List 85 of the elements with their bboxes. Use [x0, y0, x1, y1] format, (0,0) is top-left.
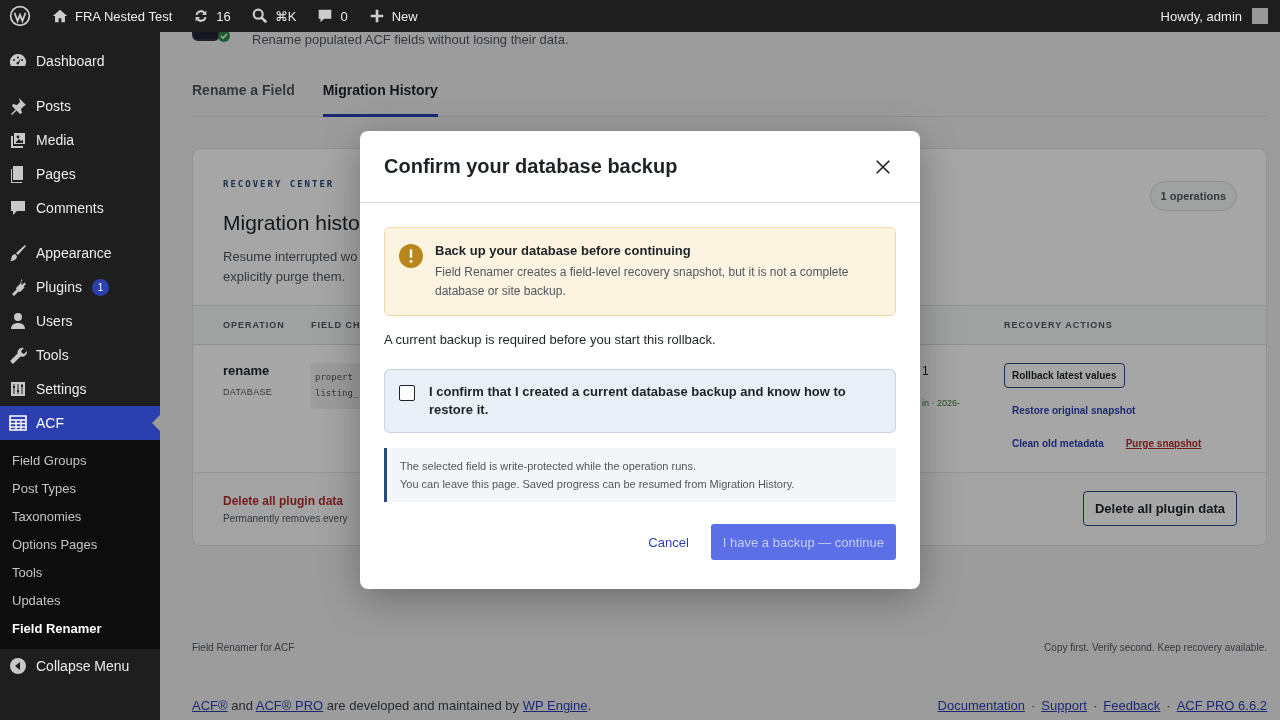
field-name: propert [315, 371, 354, 384]
purge-link[interactable]: Purge snapshot [1117, 434, 1210, 454]
menu-item[interactable]: Tools [0, 338, 160, 372]
new-content-link[interactable]: New [367, 0, 418, 32]
comments-link[interactable]: 0 [316, 0, 348, 32]
submenu-item[interactable]: Updates [0, 586, 160, 614]
card-title: Migration histo [223, 211, 360, 235]
avatar-icon [1252, 8, 1268, 24]
wordpress-logo-icon [9, 5, 31, 27]
site-name-link[interactable]: FRA Nested Test [51, 0, 173, 32]
action-link[interactable]: Clean old metadata [1004, 434, 1112, 454]
menu-item[interactable]: Users [0, 304, 160, 338]
settings-icon [8, 379, 28, 399]
dialog-title: Confirm your database backup [384, 155, 678, 178]
requirement-text: A current backup is required before you start this rollback. [384, 332, 717, 347]
account-menu[interactable]: Howdy, admin [1160, 0, 1268, 32]
paintbrush-icon [8, 243, 28, 263]
plugin-logo-icon [192, 32, 230, 44]
user-icon [8, 311, 28, 331]
menu-item[interactable]: Posts [0, 89, 160, 123]
notice-title: Back up your database before continuing [435, 243, 692, 258]
column-header: RECOVERY ACTIONS [1004, 320, 1114, 330]
tab[interactable]: Rename a Field [192, 80, 295, 117]
submenu-item[interactable]: Options Pages [0, 530, 160, 558]
column-header: OPERATION [223, 320, 286, 330]
section-eyebrow: RECOVERY CENTER [223, 179, 336, 189]
submenu-item[interactable]: Field Groups [0, 446, 160, 474]
page-subtitle: Rename populated ACF fields without losing their data. [252, 32, 569, 48]
table-grid-icon [8, 413, 28, 433]
menu-item[interactable]: Comments [0, 191, 160, 225]
footer-link[interactable]: Documentation [937, 698, 1025, 713]
media-icon [8, 130, 28, 150]
danger-description: Permanently removes every [223, 512, 348, 524]
card-description: Resume interrupted wo [223, 248, 359, 266]
menu-item[interactable]: Pages [0, 157, 160, 191]
menu-item[interactable]: Media [0, 123, 160, 157]
info-text: You can leave this page. Saved progress can be resumed from Migration History. [400, 478, 796, 490]
update-count-badge: 1 [91, 278, 109, 296]
search-icon [250, 7, 269, 25]
notice-text: Field Renamer creates a field-level recovery snapshot, but it is not a complete database or site backup. [435, 264, 850, 300]
collapse-menu-button[interactable]: Collapse Menu [0, 649, 160, 683]
updates-link[interactable]: 16 [192, 0, 231, 32]
confirm-label: I confirm that I created a current database backup and know how to restore it. [429, 383, 847, 419]
info-text: The selected field is write-protected while the operation runs. [400, 460, 697, 472]
menu-item[interactable]: Settings [0, 372, 160, 406]
menu-item[interactable]: Plugins 1 [0, 270, 160, 304]
action-link[interactable]: Restore original snapshot [1004, 401, 1144, 421]
field-name: listing_ [315, 387, 360, 400]
footer-link[interactable]: ACF PRO 6.6.2 [1176, 698, 1267, 713]
rollback-button[interactable]: Rollback latest values [1004, 363, 1125, 388]
menu-item[interactable]: ACF [0, 406, 160, 440]
credits-text: ACF® and ACF® PRO are developed and maintained by WP Engine. [192, 698, 592, 713]
submenu-item[interactable]: Tools [0, 558, 160, 586]
table-cell-text: 1 [922, 364, 930, 378]
wrench-icon [8, 345, 28, 365]
command-search-button[interactable]: ⌘K [250, 0, 297, 32]
submenu-item[interactable]: Field Renamer [0, 614, 160, 642]
cancel-button[interactable]: Cancel [646, 526, 691, 558]
footer-tagline: Copy first. Verify second. Keep recovery available. [1044, 642, 1267, 653]
separator-dot: · [1031, 698, 1036, 713]
home-icon [51, 7, 69, 25]
submenu-item[interactable]: Post Types [0, 474, 160, 502]
card-description: explicitly purge them. [223, 268, 347, 286]
submenu-item[interactable]: Taxonomies [0, 502, 160, 530]
warning-icon [399, 244, 423, 268]
close-icon [874, 157, 892, 176]
confirm-checkbox[interactable] [399, 385, 415, 401]
operations-count: 1 operations [1149, 181, 1237, 211]
tab[interactable]: Migration History [322, 80, 438, 117]
footer-text: Field Renamer for ACF [192, 642, 295, 653]
menu-item[interactable]: Appearance [0, 236, 160, 270]
credit-link[interactable]: ACF® [192, 698, 228, 713]
operation-name: rename [223, 363, 271, 378]
separator-dot: · [1166, 698, 1171, 713]
storage-label: DATABASE [223, 387, 274, 397]
menu-item[interactable]: Dashboard [0, 44, 160, 78]
table-cell-text: in · 2026- [922, 398, 962, 408]
footer-link[interactable]: Support [1041, 698, 1087, 713]
separator-dot: · [1092, 698, 1098, 713]
comment-icon [8, 198, 28, 218]
danger-title: Delete all plugin data [223, 493, 345, 508]
credit-link[interactable]: ACF® PRO [255, 698, 324, 713]
column-header: FIELD CH [311, 320, 362, 330]
delete-data-button[interactable]: Delete all plugin data [1082, 491, 1237, 526]
footer-link[interactable]: Feedback [1103, 698, 1161, 713]
